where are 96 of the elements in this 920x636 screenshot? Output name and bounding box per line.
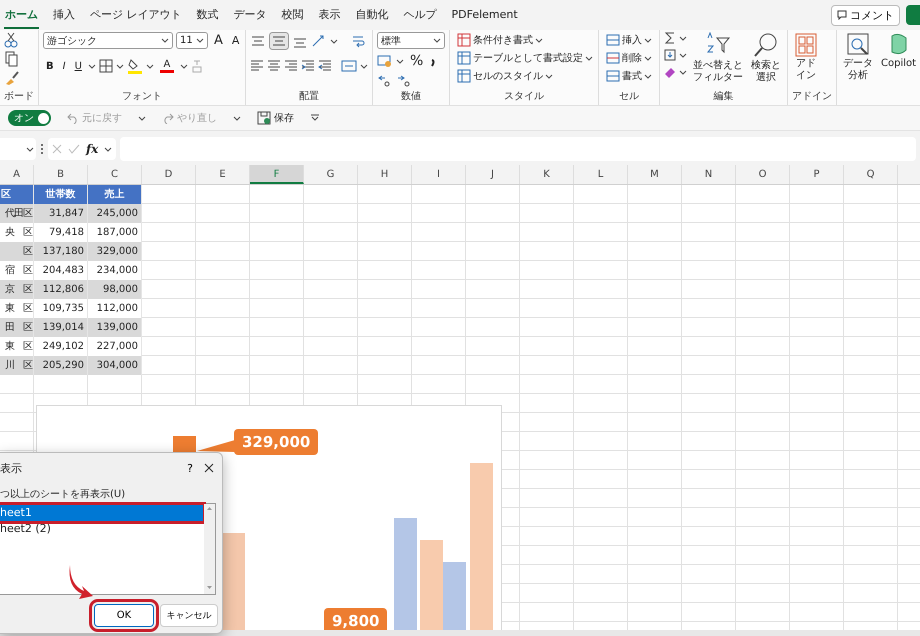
table-cell: 227,000 xyxy=(88,337,142,356)
table-cell: 代田区 xyxy=(0,204,34,223)
add-ins-button[interactable]: アド イン xyxy=(792,32,820,89)
help-button[interactable]: ? xyxy=(176,460,204,476)
column-header[interactable]: P xyxy=(790,165,844,184)
table-header-cell: 世帯数 xyxy=(34,185,88,204)
list-label: つ以上のシートを再表示(U) xyxy=(0,488,126,502)
column-header[interactable]: F xyxy=(250,165,304,184)
column-header[interactable]: D xyxy=(142,165,196,184)
autosave-toggle[interactable]: オン xyxy=(8,110,51,126)
group-label: フォント xyxy=(121,90,163,104)
sheet-list[interactable]: heet1 heet2 (2) xyxy=(0,503,216,595)
ribbon-tab[interactable]: 自動化 xyxy=(354,2,390,28)
underline-button[interactable]: U xyxy=(72,60,85,72)
column-header[interactable]: B xyxy=(34,165,88,184)
table-cell: 139,000 xyxy=(88,318,142,337)
column-header[interactable]: C xyxy=(88,165,142,184)
style-menu-button[interactable]: テーブルとして書式設定 xyxy=(454,50,596,66)
column-header[interactable]: A xyxy=(0,165,34,184)
table-cell: 329,000 xyxy=(88,242,142,261)
table-cell: 187,000 xyxy=(88,223,142,242)
sheet-list-item[interactable]: heet1 xyxy=(0,505,203,521)
column-header[interactable]: H xyxy=(358,165,412,184)
percent-button[interactable]: % xyxy=(407,52,426,70)
table-cell: 204,483 xyxy=(34,261,88,280)
font-color-button[interactable]: A xyxy=(156,58,177,74)
group-label: スタイル xyxy=(503,90,545,104)
grow-font-button[interactable]: A xyxy=(211,32,226,49)
column-header[interactable]: Q xyxy=(844,165,898,184)
table-cell: 京 区 xyxy=(0,280,34,299)
ribbon-tab[interactable]: 数式 xyxy=(196,2,220,28)
table-cell: 304,000 xyxy=(88,356,142,375)
table-cell: 東 区 xyxy=(0,299,34,318)
ribbon-button[interactable]: データ 分析 xyxy=(841,32,875,105)
table-cell: 245,000 xyxy=(88,204,142,223)
column-header[interactable]: N xyxy=(682,165,736,184)
ribbon-tab[interactable]: ページ レイアウト xyxy=(89,2,182,28)
cells-menu-button[interactable]: 挿入 xyxy=(603,32,655,48)
comment-button[interactable]: コメント xyxy=(831,4,900,26)
table-cell: 98,000 xyxy=(88,280,142,299)
table-cell: 112,000 xyxy=(88,299,142,318)
cells-menu-button[interactable]: 書式 xyxy=(603,68,655,84)
column-header[interactable]: M xyxy=(628,165,682,184)
table-cell: 宿 区 xyxy=(0,261,34,280)
ribbon-tab[interactable]: PDFelement xyxy=(450,2,519,28)
table-cell: 川 区 xyxy=(0,356,34,375)
group-label: 編集 xyxy=(712,90,734,104)
table-cell: 137,180 xyxy=(34,242,88,261)
ribbon-button[interactable]: Copilot xyxy=(879,32,918,105)
cancel-button[interactable]: キャンセル xyxy=(160,604,218,627)
number-format-field[interactable]: 標準 xyxy=(377,32,445,49)
table-cell: 109,735 xyxy=(34,299,88,318)
column-header[interactable]: I xyxy=(412,165,466,184)
style-menu-button[interactable]: 条件付き書式 xyxy=(454,32,596,48)
table-cell: 112,806 xyxy=(34,280,88,299)
table-cell: 205,290 xyxy=(34,356,88,375)
ribbon-tab[interactable]: 表示 xyxy=(318,2,342,28)
table-cell: 東 区 xyxy=(0,337,34,356)
font-size-field[interactable]: 11 xyxy=(176,32,208,49)
table-cell: 249,102 xyxy=(34,337,88,356)
data-label-callout: 329,000 xyxy=(234,429,318,455)
insert-function-button[interactable]: fx xyxy=(86,142,98,156)
bold-button[interactable]: B xyxy=(43,60,57,72)
table-cell: 79,418 xyxy=(34,223,88,242)
column-header[interactable]: G xyxy=(304,165,358,184)
column-header[interactable]: J xyxy=(466,165,520,184)
group-label: 数値 xyxy=(400,90,422,104)
sheet-list-item[interactable]: heet2 (2) xyxy=(0,521,203,537)
ribbon-tab[interactable]: 挿入 xyxy=(52,2,76,28)
group-label: ボード xyxy=(4,90,34,104)
group-label: セル xyxy=(618,90,640,104)
save-button[interactable]: 保存 xyxy=(251,110,300,126)
group-label: 配置 xyxy=(298,90,320,104)
table-header-cell: 売上 xyxy=(88,185,142,204)
italic-button[interactable]: I xyxy=(60,60,69,72)
table-cell: 田 区 xyxy=(0,318,34,337)
group-label: アドイン xyxy=(792,90,832,104)
table-cell: 31,847 xyxy=(34,204,88,223)
column-header[interactable]: O xyxy=(736,165,790,184)
ribbon-tab[interactable]: データ xyxy=(232,2,268,28)
sort-filter-button[interactable]: 並べ替えと フィルター xyxy=(691,32,745,89)
dialog-title: 表示 xyxy=(0,460,23,476)
column-header[interactable]: L xyxy=(574,165,628,184)
table-cell: 区 xyxy=(0,242,34,261)
style-menu-button[interactable]: セルのスタイル xyxy=(454,68,596,84)
shrink-font-button[interactable]: A xyxy=(228,33,242,48)
column-header[interactable]: K xyxy=(520,165,574,184)
ribbon-tab[interactable]: 校閲 xyxy=(280,2,304,28)
table-cell: 139,014 xyxy=(34,318,88,337)
table-header-cell: 区 xyxy=(0,185,34,204)
find-select-button[interactable]: 検索と 選択 xyxy=(749,32,783,89)
cells-menu-button[interactable]: 削除 xyxy=(603,50,655,66)
table-cell: 234,000 xyxy=(88,261,142,280)
ribbon-tab[interactable]: ヘルプ xyxy=(402,2,438,28)
table-cell: 央 区 xyxy=(0,223,34,242)
font-name-field[interactable]: 游ゴシック xyxy=(43,32,173,49)
